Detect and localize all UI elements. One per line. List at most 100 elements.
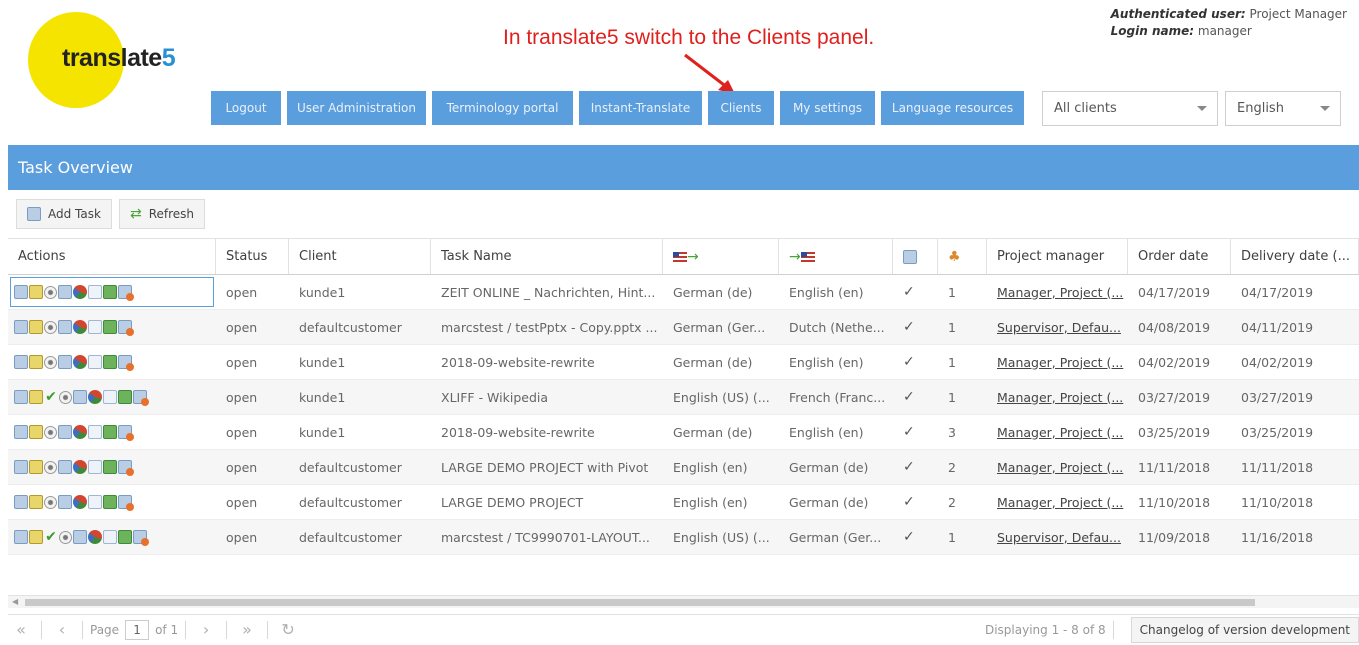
clients-button[interactable]: Clients: [708, 91, 774, 125]
horizontal-scrollbar[interactable]: ◀: [8, 595, 1359, 608]
table-row[interactable]: open kunde1 2018-09-website-rewrite Germ…: [8, 345, 1359, 380]
edit-task-icon[interactable]: [29, 530, 43, 544]
export-icon[interactable]: [103, 285, 117, 299]
col-actions[interactable]: Actions: [8, 239, 216, 274]
open-task-icon[interactable]: [14, 355, 28, 369]
table-row[interactable]: open defaultcustomer LARGE DEMO PROJECT …: [8, 485, 1359, 520]
table-row[interactable]: open defaultcustomer marcstest / testPpt…: [8, 310, 1359, 345]
task-properties-icon[interactable]: [58, 320, 72, 334]
cell-project-manager[interactable]: Manager, Project (...: [987, 415, 1128, 449]
cell-project-manager[interactable]: Manager, Project (...: [987, 345, 1128, 379]
cell-project-manager[interactable]: Supervisor, Defau...: [987, 310, 1128, 344]
clone-task-icon[interactable]: [103, 390, 117, 404]
table-row[interactable]: open kunde1 2018-09-website-rewrite Germ…: [8, 415, 1359, 450]
export-icon[interactable]: [103, 460, 117, 474]
cell-project-manager[interactable]: Manager, Project (...: [987, 380, 1128, 414]
col-document[interactable]: [893, 239, 938, 274]
language-globe-icon[interactable]: [73, 285, 87, 299]
table-row[interactable]: open defaultcustomer LARGE DEMO PROJECT …: [8, 450, 1359, 485]
col-status[interactable]: Status: [216, 239, 289, 274]
table-row[interactable]: ✔ open kunde1 XLIFF - Wikipedia English …: [8, 380, 1359, 415]
table-row[interactable]: open kunde1 ZEIT ONLINE _ Nachrichten, H…: [8, 275, 1359, 310]
task-properties-icon[interactable]: [58, 285, 72, 299]
clone-task-icon[interactable]: [88, 495, 102, 509]
language-globe-icon[interactable]: [73, 460, 87, 474]
cell-project-manager[interactable]: Manager, Project (...: [987, 450, 1128, 484]
open-task-icon[interactable]: [14, 390, 28, 404]
scroll-left-icon[interactable]: ◀: [12, 597, 18, 606]
status-dot-icon[interactable]: [44, 285, 57, 299]
task-properties-icon[interactable]: [58, 460, 72, 474]
task-properties-icon[interactable]: [73, 390, 87, 404]
cell-project-manager[interactable]: Manager, Project (...: [987, 485, 1128, 519]
clone-task-icon[interactable]: [88, 320, 102, 334]
cell-project-manager[interactable]: Manager, Project (...: [987, 275, 1128, 309]
language-globe-icon[interactable]: [88, 390, 102, 404]
delete-task-icon[interactable]: [118, 460, 134, 476]
terminology-portal-button[interactable]: Terminology portal: [432, 91, 573, 125]
col-task-name[interactable]: Task Name: [431, 239, 663, 274]
scrollbar-thumb[interactable]: [25, 599, 1255, 606]
user-administration-button[interactable]: User Administration: [287, 91, 426, 125]
language-select[interactable]: English: [1225, 91, 1341, 126]
clone-task-icon[interactable]: [88, 285, 102, 299]
changelog-button[interactable]: Changelog of version development: [1130, 616, 1359, 643]
open-task-icon[interactable]: [14, 495, 28, 509]
edit-task-icon[interactable]: [29, 390, 43, 404]
next-page-icon[interactable]: ›: [193, 620, 219, 639]
export-icon[interactable]: [103, 320, 117, 334]
col-order-date[interactable]: Order date: [1128, 239, 1231, 274]
refresh-button[interactable]: ⇄ Refresh: [118, 199, 206, 229]
table-row[interactable]: ✔ open defaultcustomer marcstest / TC999…: [8, 520, 1359, 555]
status-dot-icon[interactable]: [59, 530, 72, 544]
status-dot-icon[interactable]: [44, 320, 57, 334]
reload-icon[interactable]: ↻: [275, 620, 301, 639]
language-resources-button[interactable]: Language resources: [881, 91, 1024, 125]
edit-task-icon[interactable]: [29, 425, 43, 439]
open-task-icon[interactable]: [14, 320, 28, 334]
first-page-icon[interactable]: «: [8, 620, 34, 639]
col-project-manager[interactable]: Project manager: [987, 239, 1128, 274]
instant-translate-button[interactable]: Instant-Translate: [579, 91, 702, 125]
delete-task-icon[interactable]: [118, 495, 134, 511]
col-client[interactable]: Client: [289, 239, 431, 274]
open-task-icon[interactable]: [14, 530, 28, 544]
edit-task-icon[interactable]: [29, 285, 43, 299]
delete-task-icon[interactable]: [118, 320, 134, 336]
open-task-icon[interactable]: [14, 285, 28, 299]
logout-button[interactable]: Logout: [211, 91, 281, 125]
language-globe-icon[interactable]: [73, 355, 87, 369]
open-task-icon[interactable]: [14, 460, 28, 474]
export-icon[interactable]: [103, 425, 117, 439]
edit-task-icon[interactable]: [29, 460, 43, 474]
status-dot-icon[interactable]: [44, 355, 57, 369]
col-source-language[interactable]: →: [663, 239, 779, 274]
clone-task-icon[interactable]: [103, 530, 117, 544]
export-icon[interactable]: [103, 495, 117, 509]
client-filter-select[interactable]: All clients: [1042, 91, 1218, 126]
status-dot-icon[interactable]: [44, 460, 57, 474]
page-input[interactable]: 1: [125, 619, 150, 640]
edit-task-icon[interactable]: [29, 320, 43, 334]
export-icon[interactable]: [103, 355, 117, 369]
prev-page-icon[interactable]: ‹: [49, 620, 75, 639]
edit-task-icon[interactable]: [29, 355, 43, 369]
add-task-button[interactable]: Add Task: [16, 199, 112, 229]
language-globe-icon[interactable]: [88, 530, 102, 544]
delete-task-icon[interactable]: [118, 355, 134, 371]
status-dot-icon[interactable]: [59, 390, 72, 404]
clone-task-icon[interactable]: [88, 425, 102, 439]
delete-task-icon[interactable]: [133, 530, 149, 546]
clone-task-icon[interactable]: [88, 355, 102, 369]
task-properties-icon[interactable]: [58, 355, 72, 369]
status-dot-icon[interactable]: [44, 425, 57, 439]
delete-task-icon[interactable]: [118, 425, 134, 441]
clone-task-icon[interactable]: [88, 460, 102, 474]
col-target-language[interactable]: →: [779, 239, 893, 274]
delete-task-icon[interactable]: [118, 285, 134, 301]
col-users[interactable]: ♣: [938, 239, 987, 274]
language-globe-icon[interactable]: [73, 425, 87, 439]
my-settings-button[interactable]: My settings: [780, 91, 875, 125]
language-globe-icon[interactable]: [73, 495, 87, 509]
status-dot-icon[interactable]: [44, 495, 57, 509]
